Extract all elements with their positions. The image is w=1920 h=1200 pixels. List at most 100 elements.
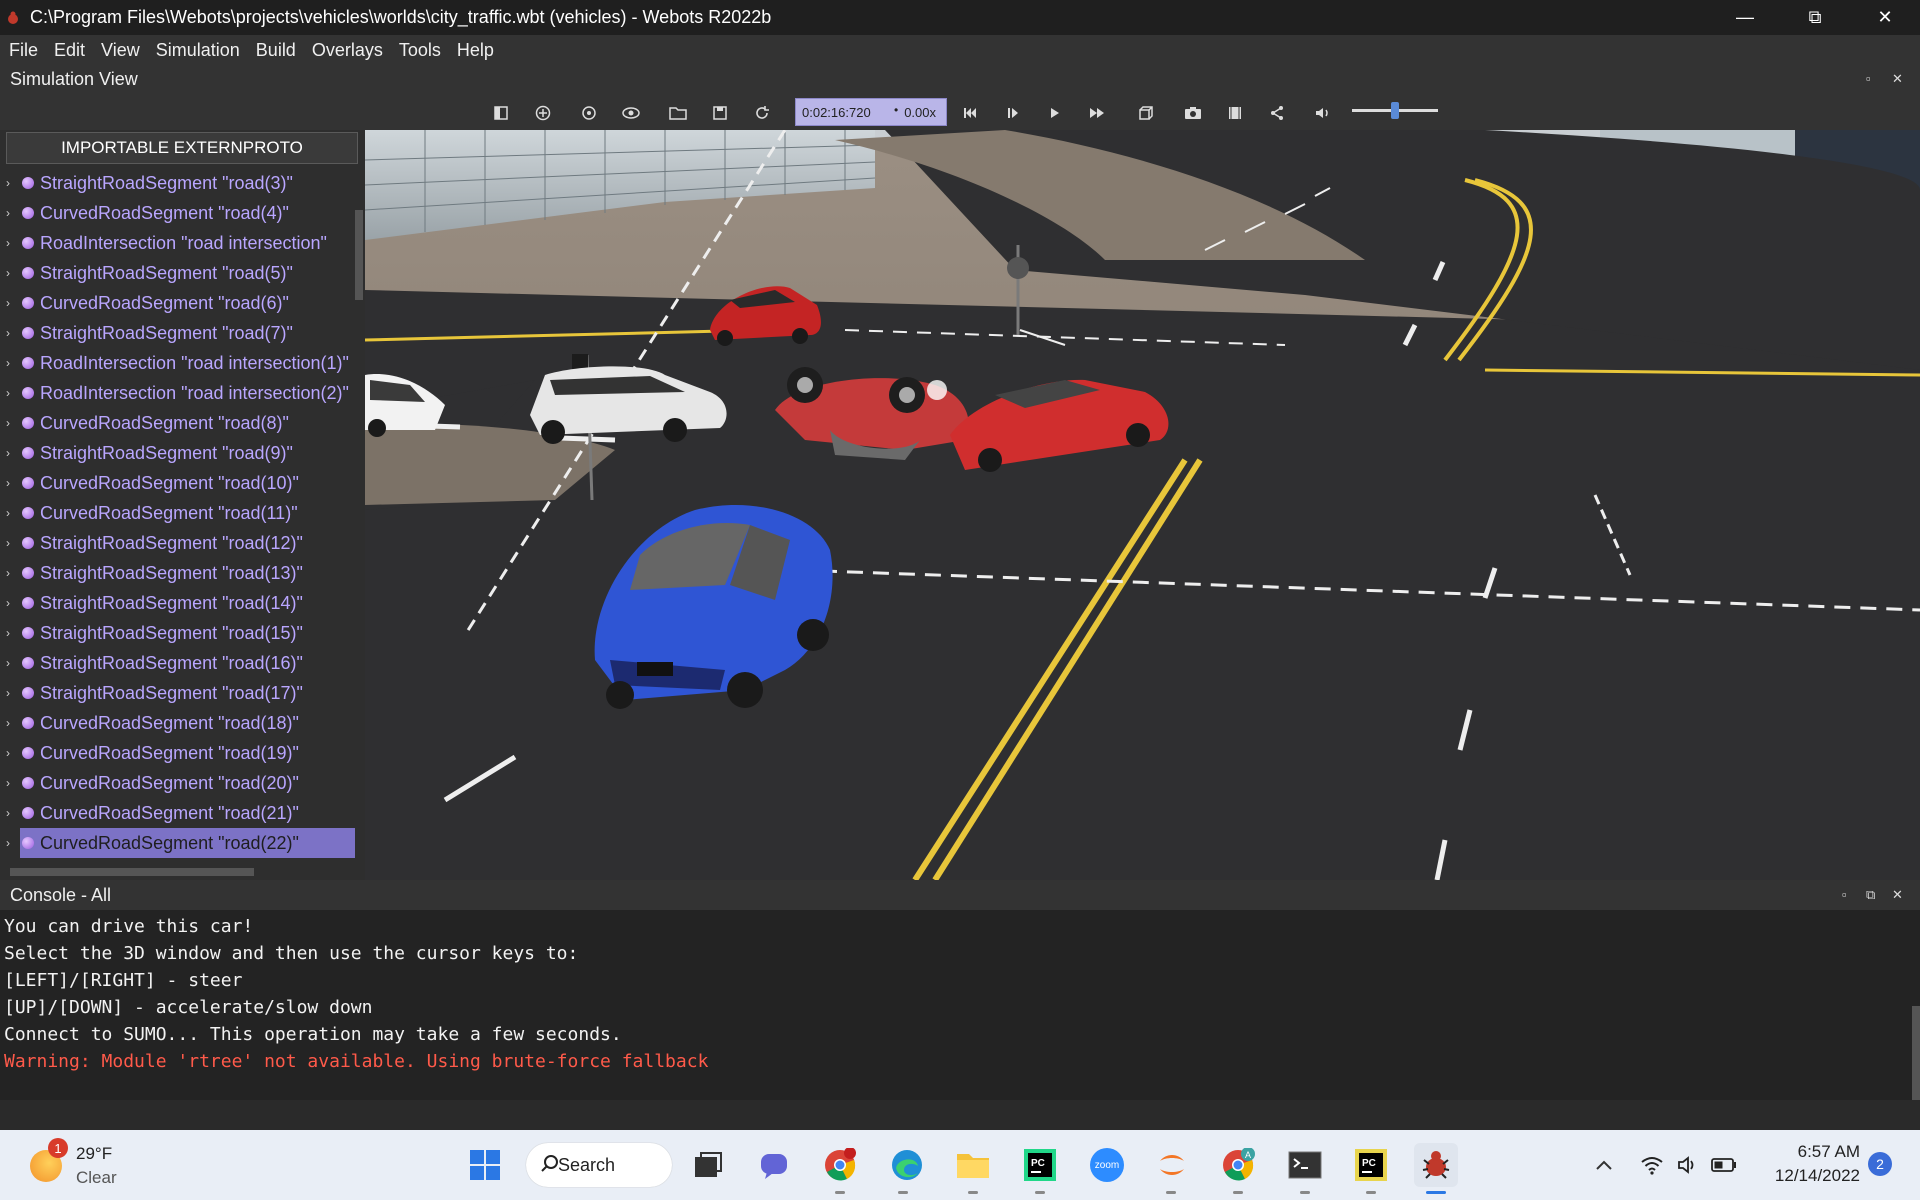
volume-button[interactable] [1670,1143,1706,1187]
scene-tree-item[interactable]: › CurvedRoadSegment "road(22)" [6,828,355,858]
file-explorer-button[interactable] [951,1143,995,1187]
screenshot-button[interactable] [1181,101,1205,125]
menu-file[interactable]: File [4,40,43,61]
chrome-profile-button[interactable]: A [1216,1143,1260,1187]
scene-tree-item[interactable]: › CurvedRoadSegment "road(11)" [0,498,356,528]
close-panel-icon[interactable]: ✕ [1892,71,1903,87]
mute-button[interactable] [1311,101,1335,125]
restore-button[interactable]: ⧉ [1780,0,1850,35]
taskbar-search[interactable]: Search [526,1143,672,1187]
weather-widget[interactable]: 1 29°F Clear [30,1138,170,1194]
menu-build[interactable]: Build [251,40,301,61]
expand-chevron-icon[interactable]: › [6,506,20,520]
console-maximize-icon[interactable]: ⧉ [1866,887,1875,903]
toggle-scene-tree-button[interactable] [489,101,513,125]
scene-tree-item[interactable]: › StraightRoadSegment "road(17)" [0,678,356,708]
menu-help[interactable]: Help [452,40,499,61]
expand-chevron-icon[interactable]: › [6,416,20,430]
expand-chevron-icon[interactable]: › [6,206,20,220]
pycharm-button-2[interactable]: PC [1349,1143,1393,1187]
scene-tree-item[interactable]: › CurvedRoadSegment "road(18)" [0,708,356,738]
expand-chevron-icon[interactable]: › [6,266,20,280]
scene-tree-vertical-scrollbar[interactable] [355,210,363,300]
menu-tools[interactable]: Tools [394,40,446,61]
save-world-button[interactable] [708,101,732,125]
scene-tree-item[interactable]: › StraightRoadSegment "road(12)" [0,528,356,558]
expand-chevron-icon[interactable]: › [6,326,20,340]
close-button[interactable]: ✕ [1850,0,1920,35]
expand-chevron-icon[interactable]: › [6,596,20,610]
expand-chevron-icon[interactable]: › [6,716,20,730]
expand-chevron-icon[interactable]: › [6,806,20,820]
jupyter-button[interactable] [1150,1143,1194,1187]
reset-simulation-button[interactable] [958,101,982,125]
wifi-button[interactable] [1634,1143,1670,1187]
record-movie-button[interactable] [1223,101,1247,125]
menu-view[interactable]: View [96,40,145,61]
scene-tree-item[interactable]: › RoadIntersection "road intersection" [0,228,356,258]
zoom-button[interactable]: zoom [1085,1143,1129,1187]
importable-externproto-header[interactable]: IMPORTABLE EXTERNPROTO [6,132,358,164]
scene-tree-item[interactable]: › StraightRoadSegment "road(14)" [0,588,356,618]
menu-simulation[interactable]: Simulation [151,40,245,61]
fast-button[interactable] [1085,101,1109,125]
3d-view[interactable] [365,130,1920,880]
scene-tree-item[interactable]: › CurvedRoadSegment "road(8)" [0,408,356,438]
scene-tree-item[interactable]: › StraightRoadSegment "road(7)" [0,318,356,348]
expand-chevron-icon[interactable]: › [6,176,20,190]
volume-slider[interactable] [1352,102,1438,119]
scene-tree-item[interactable]: › StraightRoadSegment "road(13)" [0,558,356,588]
expand-chevron-icon[interactable]: › [6,476,20,490]
edge-button[interactable] [885,1143,929,1187]
expand-chevron-icon[interactable]: › [6,536,20,550]
chrome-button[interactable] [818,1143,862,1187]
scene-tree-item[interactable]: › CurvedRoadSegment "road(21)" [0,798,356,828]
webots-taskbar-button[interactable] [1414,1143,1458,1187]
expand-chevron-icon[interactable]: › [6,776,20,790]
expand-chevron-icon[interactable]: › [6,566,20,580]
view-button[interactable] [619,101,643,125]
scene-tree-item[interactable]: › CurvedRoadSegment "road(20)" [0,768,356,798]
pycharm-button-1[interactable]: PC [1018,1143,1062,1187]
teams-chat-button[interactable] [753,1143,797,1187]
float-panel-icon[interactable]: ▫ [1866,71,1871,86]
expand-chevron-icon[interactable]: › [6,626,20,640]
expand-chevron-icon[interactable]: › [6,746,20,760]
console-float-icon[interactable]: ▫ [1842,887,1847,902]
scene-tree-item[interactable]: › StraightRoadSegment "road(15)" [0,618,356,648]
open-world-button[interactable] [666,101,690,125]
scene-tree-item[interactable]: › CurvedRoadSegment "road(4)" [0,198,356,228]
run-button[interactable] [1043,101,1067,125]
start-button[interactable] [463,1143,507,1187]
expand-chevron-icon[interactable]: › [6,236,20,250]
notification-badge[interactable]: 2 [1868,1152,1892,1176]
scene-tree-item[interactable]: › CurvedRoadSegment "road(10)" [0,468,356,498]
show-hidden-icons-button[interactable] [1586,1143,1622,1187]
scene-tree-item[interactable]: › RoadIntersection "road intersection(1)" [0,348,356,378]
minimize-button[interactable]: — [1710,0,1780,35]
terminal-button[interactable] [1283,1143,1327,1187]
scene-tree-item[interactable]: › CurvedRoadSegment "road(6)" [0,288,356,318]
console-scrollbar[interactable] [1912,1006,1920,1100]
volume-slider-thumb[interactable] [1391,102,1399,119]
share-button[interactable] [1265,101,1289,125]
scene-tree-item[interactable]: › StraightRoadSegment "road(9)" [0,438,356,468]
menu-edit[interactable]: Edit [49,40,90,61]
battery-button[interactable] [1706,1143,1742,1187]
console-close-icon[interactable]: ✕ [1892,887,1903,903]
scene-tree-item[interactable]: › StraightRoadSegment "road(5)" [0,258,356,288]
scene-tree-item[interactable]: › CurvedRoadSegment "road(19)" [0,738,356,768]
expand-chevron-icon[interactable]: › [6,656,20,670]
rendering-button[interactable] [1134,101,1158,125]
expand-chevron-icon[interactable]: › [6,686,20,700]
expand-chevron-icon[interactable]: › [6,296,20,310]
follow-object-button[interactable] [577,101,601,125]
task-view-button[interactable] [686,1143,730,1187]
scene-tree-horizontal-scrollbar[interactable] [10,868,254,876]
reload-world-button[interactable] [750,101,774,125]
add-node-button[interactable] [531,101,555,125]
scene-tree-item[interactable]: › StraightRoadSegment "road(16)" [0,648,356,678]
step-button[interactable] [1001,101,1025,125]
scene-tree-item[interactable]: › RoadIntersection "road intersection(2)" [0,378,356,408]
menu-overlays[interactable]: Overlays [307,40,388,61]
